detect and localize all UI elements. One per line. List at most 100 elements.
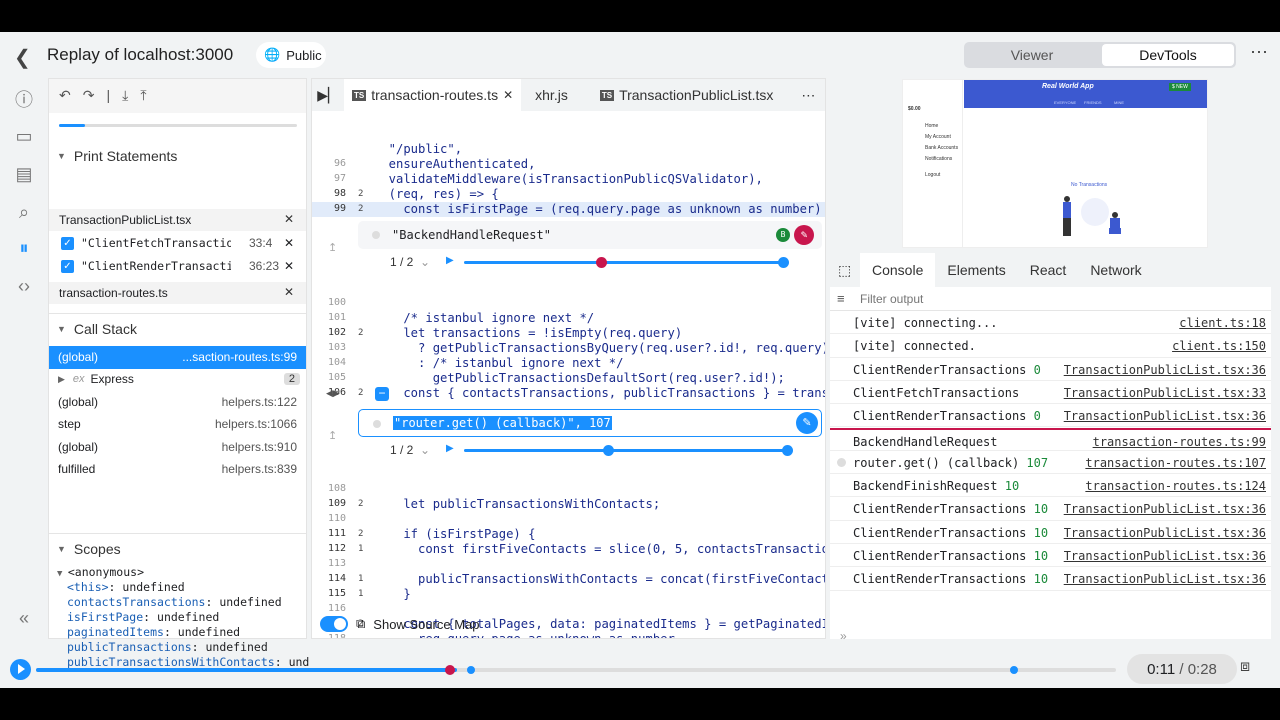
line-number[interactable]: 97 [312, 173, 346, 184]
code-line[interactable]: 116 [312, 602, 825, 617]
line-number[interactable]: 109 [312, 498, 346, 509]
console-message[interactable]: ClientRenderTransactions 10 TransactionPu… [830, 497, 1271, 521]
hit-marker[interactable] [778, 257, 789, 268]
collapse-sidebar-icon[interactable]: « [12, 606, 36, 630]
line-number[interactable]: 103 [312, 342, 346, 353]
sources-icon[interactable]: ▤ [12, 162, 36, 186]
console-message[interactable]: ClientRenderTransactions 0 TransactionPub… [830, 404, 1271, 428]
remove-point-icon[interactable]: − [375, 387, 389, 401]
hit-timeline-track[interactable] [464, 261, 786, 264]
code-line[interactable]: 109 2 let publicTransactionsWithContacts; [312, 497, 825, 512]
add-comment-icon[interactable]: ✎ [796, 412, 818, 434]
message-source-link[interactable]: TransactionPublicList.tsx:36 [1064, 572, 1266, 586]
code-line[interactable]: 114 1 publicTransactionsWithContacts = co… [312, 572, 825, 587]
message-source-link[interactable]: TransactionPublicList.tsx:33 [1064, 386, 1266, 400]
remove-icon[interactable]: ✕ [284, 259, 294, 273]
console-message[interactable]: ClientRenderTransactions 0 TransactionPub… [830, 358, 1271, 381]
devtools-mode-button[interactable]: DevTools [1102, 44, 1234, 66]
toggle-switch[interactable] [320, 616, 348, 632]
line-number[interactable]: 110 [312, 513, 346, 524]
public-badge[interactable]: 🌐 Public [256, 42, 326, 68]
print-point-editor[interactable]: "router.get() (callback)", 107 ✓ [358, 409, 822, 437]
message-source-link[interactable]: transaction-routes.ts:107 [1085, 456, 1266, 470]
code-line[interactable]: 112 1 const firstFiveContacts = slice(0, … [312, 542, 825, 557]
code-line[interactable]: 96 ensureAuthenticated, [312, 157, 825, 172]
code-line[interactable]: "/public", [312, 142, 825, 157]
code-line[interactable]: 105 getPublicTransactionsDefaultSort(req… [312, 371, 825, 386]
message-source-link[interactable]: transaction-routes.ts:124 [1085, 479, 1266, 493]
message-source-link[interactable]: client.ts:18 [1179, 316, 1266, 330]
info-icon[interactable]: ⓘ [12, 87, 36, 111]
line-number[interactable]: 116 [312, 603, 346, 614]
code-line[interactable]: 97 validateMiddleware(isTransactionPubli… [312, 172, 825, 187]
tab-react[interactable]: React [1018, 253, 1079, 287]
line-number[interactable]: 98 [312, 188, 346, 199]
line-number[interactable]: 114 [312, 573, 346, 584]
code-line[interactable]: 118 req.query.page as unknown as number, [312, 632, 825, 638]
play-icon[interactable]: ▶ [446, 255, 454, 266]
step-out-icon[interactable]: ⤒ [140, 87, 146, 105]
timeline-marker[interactable] [467, 666, 475, 674]
chevron-down-icon[interactable]: ⌄ [420, 443, 430, 457]
console-message[interactable]: BackendHandleRequest transaction-routes.… [830, 427, 1271, 451]
console-message[interactable]: router.get() (callback) 107 transaction-r… [830, 451, 1271, 475]
search-icon[interactable]: ⌕ [12, 200, 36, 224]
checkbox-icon[interactable]: ✓ [61, 260, 74, 273]
line-number[interactable]: 108 [312, 483, 346, 494]
stack-frame[interactable]: step helpers.ts:1066 [49, 413, 306, 436]
line-number[interactable]: 99 [312, 203, 346, 214]
call-stack-header[interactable]: ▼ Call Stack [49, 313, 306, 343]
tab-console[interactable]: Console [860, 253, 936, 287]
code-line[interactable]: 99 2 const isFirstPage = (req.query.page … [312, 202, 825, 217]
stack-frame[interactable]: (global) helpers.ts:122 [49, 391, 306, 414]
step-in-icon[interactable]: ⤓ [122, 87, 128, 105]
pause-debugger-icon[interactable]: ⏸ [12, 236, 36, 260]
remove-icon[interactable]: ✕ [284, 236, 294, 250]
jump-icon[interactable]: ↥ [328, 429, 337, 442]
message-source-link[interactable]: client.ts:150 [1172, 339, 1266, 353]
tab-network[interactable]: Network [1078, 253, 1153, 287]
message-source-link[interactable]: TransactionPublicList.tsx:36 [1064, 549, 1266, 563]
menu-icon[interactable]: ≡ [837, 291, 845, 306]
comments-icon[interactable]: ▭ [12, 124, 36, 148]
timeline-marker[interactable] [445, 665, 455, 675]
source-map-toggle[interactable]: ⧉ Show Source Map [320, 616, 480, 632]
code-line[interactable]: 104 : /* istanbul ignore next */ [312, 356, 825, 371]
add-comment-icon[interactable]: ✎ [794, 225, 814, 245]
tab-transaction-routes[interactable]: TS transaction-routes.ts ✕ [344, 79, 522, 111]
remove-icon[interactable]: ✕ [284, 285, 294, 299]
inspect-element-icon[interactable]: ⬚ [830, 253, 860, 287]
code-line[interactable]: 108 [312, 482, 825, 497]
video-preview[interactable]: $0.00 Home My Account Bank Accounts Noti… [902, 79, 1208, 248]
console-message[interactable]: ClientRenderTransactions 10 TransactionPu… [830, 544, 1271, 568]
line-number[interactable]: 115 [312, 588, 346, 599]
line-number[interactable]: 111 [312, 528, 346, 539]
console-message[interactable]: [vite] connected. client.ts:150 [830, 334, 1271, 358]
rewind-icon[interactable]: ↶ [59, 87, 71, 105]
hit-timeline-track[interactable] [464, 449, 788, 452]
hit-marker[interactable] [596, 257, 607, 268]
message-source-link[interactable]: TransactionPublicList.tsx:36 [1064, 363, 1266, 377]
remove-icon[interactable]: ✕ [284, 212, 294, 226]
stack-frame[interactable]: fulfilled helpers.ts:839 [49, 458, 306, 481]
code-icon[interactable]: ‹› [12, 274, 36, 298]
code-line[interactable]: 113 [312, 557, 825, 572]
console-message[interactable]: ClientRenderTransactions 10 TransactionPu… [830, 567, 1271, 591]
back-arrow-icon[interactable]: ❮ [14, 45, 31, 70]
jump-icon[interactable]: ↥ [328, 241, 337, 254]
expand-icon[interactable]: ◀▶ [326, 388, 340, 399]
scopes-header[interactable]: ▼ Scopes [49, 533, 306, 563]
stack-frame[interactable]: (global) helpers.ts:910 [49, 436, 306, 459]
step-over-icon[interactable]: ↷ [83, 87, 95, 105]
line-number[interactable]: 105 [312, 372, 346, 383]
console-prompt[interactable]: » [840, 629, 847, 643]
filter-input[interactable] [860, 290, 1260, 308]
code-line[interactable]: 102 2 let transactions = !isEmpty(req.que… [312, 326, 825, 341]
play-button[interactable] [10, 659, 31, 680]
line-number[interactable]: 96 [312, 158, 346, 169]
print-statements-header[interactable]: ▼ Print Statements [49, 141, 306, 171]
message-source-link[interactable]: TransactionPublicList.tsx:36 [1064, 526, 1266, 540]
console-message[interactable]: ClientFetchTransactions TransactionPubli… [830, 381, 1271, 405]
line-number[interactable]: 100 [312, 297, 346, 308]
play-icon[interactable]: ▶ [446, 443, 454, 454]
